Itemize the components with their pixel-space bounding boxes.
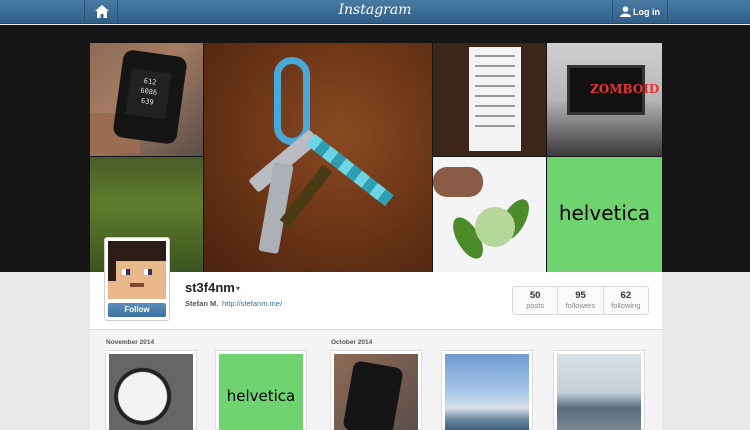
avatar[interactable] [108, 241, 166, 299]
profile-website-link[interactable]: http://stefanm.me/ [222, 299, 282, 308]
sky-image [445, 354, 529, 430]
user-icon [620, 6, 631, 17]
profile-username[interactable]: st3f4nm [185, 280, 235, 295]
stat-followers[interactable]: 95 followers [557, 287, 602, 314]
smartwatch-shape: 612 6086 639 [112, 48, 188, 146]
cover-photo-monitor[interactable]: ZOMBOID [547, 43, 662, 156]
monitor-text: ZOMBOID [590, 82, 660, 96]
cover-photo-document[interactable] [433, 43, 546, 156]
stat-number: 95 [575, 290, 586, 301]
feed-photo-sea[interactable] [553, 350, 645, 430]
stat-posts[interactable]: 50 posts [513, 287, 557, 314]
fruit-shape [475, 207, 515, 247]
chevron-down-icon[interactable]: ▾ [236, 284, 240, 293]
cover-photo-fruit[interactable] [433, 157, 546, 272]
helvetica-image: helvetica [219, 354, 303, 430]
stat-label: followers [565, 301, 596, 310]
feed-photo-sky[interactable] [441, 350, 533, 430]
stat-number: 50 [529, 290, 541, 301]
top-navigation-bar: Instagram Log in [0, 0, 750, 24]
paper-shape [469, 47, 521, 151]
monitor-shape: ZOMBOID [567, 65, 659, 115]
cover-photo-helvetica[interactable]: helvetica [547, 157, 662, 272]
profile-full-name: Stefan M. [185, 299, 219, 308]
feed-photo-speedometer[interactable] [105, 350, 197, 430]
home-icon [95, 5, 109, 18]
watch-screen: 612 6086 639 [125, 68, 172, 120]
feed-photo-watch[interactable] [330, 350, 422, 430]
follow-button[interactable]: Follow [108, 303, 166, 317]
cover-photo-watch[interactable]: 612 6086 639 [90, 43, 203, 156]
month-heading: November 2014 [106, 339, 155, 346]
login-button[interactable]: Log in [612, 0, 668, 24]
stat-label: posts [526, 301, 545, 310]
helvetica-thumb-text: helvetica [226, 387, 296, 405]
speedometer-image [109, 354, 193, 430]
watch-image [334, 354, 418, 430]
feed-photo-helvetica[interactable]: helvetica [215, 350, 307, 430]
home-button[interactable] [84, 0, 118, 24]
profile-avatar-card: Follow [104, 237, 170, 321]
stat-following[interactable]: 62 following [602, 287, 648, 314]
stat-label: following [611, 301, 641, 310]
sea-image [557, 354, 641, 430]
login-label: Log in [633, 7, 660, 17]
month-heading: October 2014 [331, 339, 373, 346]
helvetica-text: helvetica [558, 201, 651, 225]
instagram-logo[interactable]: Instagram [300, 2, 450, 18]
cover-photo-keys[interactable] [204, 43, 432, 272]
stat-number: 62 [620, 290, 632, 301]
hand-shape [433, 167, 483, 197]
profile-stats: 50 posts 95 followers 62 following [512, 286, 649, 315]
